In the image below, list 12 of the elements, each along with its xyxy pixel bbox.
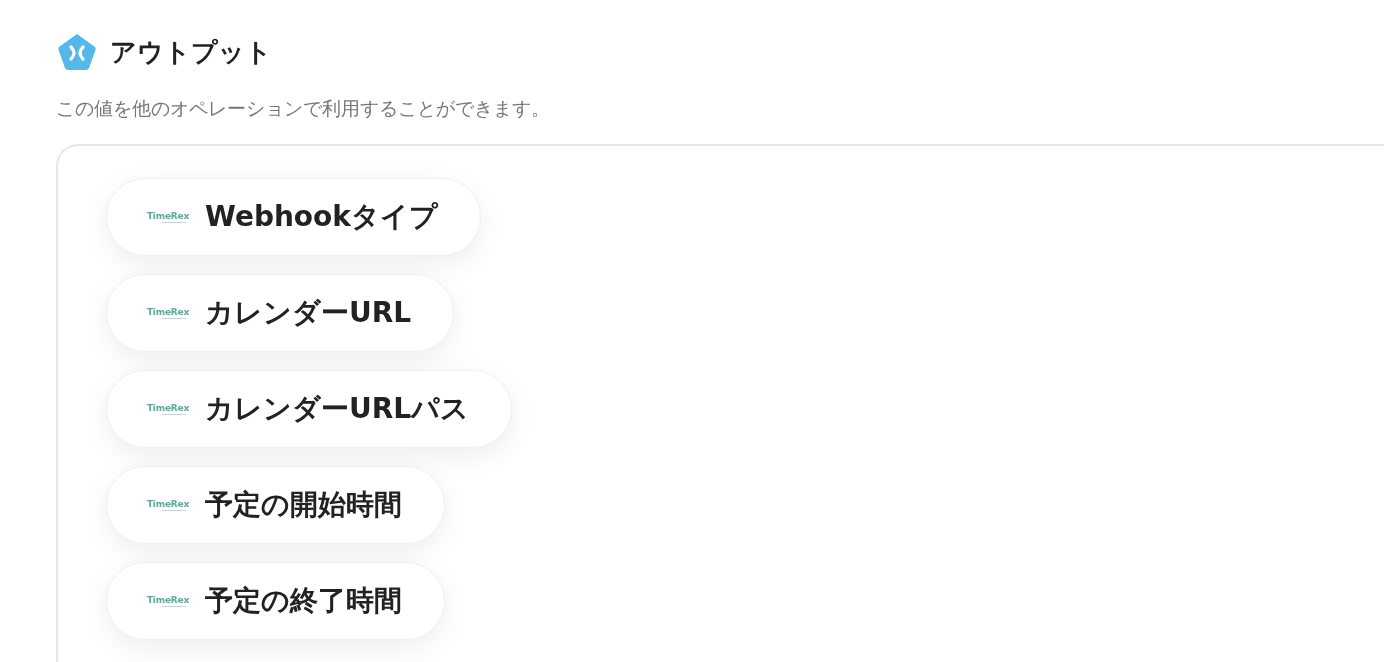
output-chip[interactable]: TimeRex 予定の開始時間: [106, 466, 445, 544]
timerex-logo: TimeRex: [147, 211, 189, 223]
output-chip[interactable]: TimeRex カレンダーURL: [106, 274, 455, 352]
output-chip[interactable]: TimeRex Webhookタイプ: [106, 178, 481, 256]
timerex-logo: TimeRex: [147, 307, 189, 319]
output-chip[interactable]: TimeRex 予定の終了時間: [106, 562, 445, 640]
timerex-logo: TimeRex: [147, 499, 189, 511]
timerex-logo: TimeRex: [147, 403, 189, 415]
timerex-logo: TimeRex: [147, 595, 189, 607]
section-description: この値を他のオペレーションで利用することができます。: [56, 96, 551, 121]
section-title: アウトプット: [110, 35, 272, 69]
output-chip[interactable]: TimeRex カレンダーURLパス: [106, 370, 513, 448]
